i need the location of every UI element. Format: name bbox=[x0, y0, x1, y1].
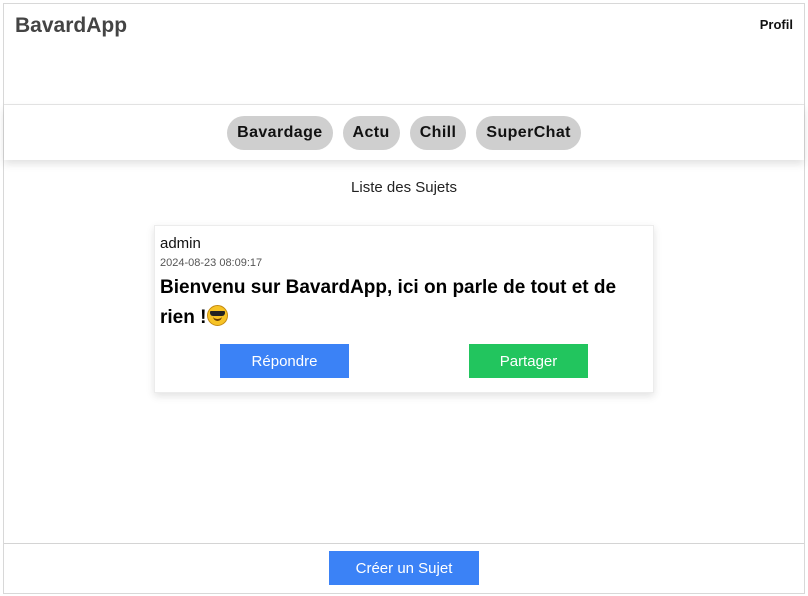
category-chip-actu[interactable]: Actu bbox=[342, 115, 400, 150]
category-nav: Bavardage Actu Chill SuperChat bbox=[4, 105, 804, 160]
topic-author: admin bbox=[160, 235, 201, 252]
section-title: Liste des Sujets bbox=[351, 179, 457, 196]
top-header: BavardApp Profil bbox=[4, 4, 804, 105]
smiling-face-with-sunglasses-icon bbox=[207, 305, 229, 326]
bottom-bar: Créer un Sujet bbox=[4, 543, 804, 593]
create-topic-button[interactable]: Créer un Sujet bbox=[329, 551, 479, 585]
app-window: BavardApp Profil Bavardage Actu Chill Su… bbox=[3, 3, 805, 594]
topic-date: 2024-08-23 08:09:17 bbox=[160, 257, 263, 269]
reply-button[interactable]: Répondre bbox=[220, 344, 349, 378]
share-button[interactable]: Partager bbox=[469, 344, 588, 378]
category-chip-chill[interactable]: Chill bbox=[409, 115, 467, 150]
app-brand[interactable]: BavardApp bbox=[15, 14, 127, 38]
topic-card: admin 2024-08-23 08:09:17 Bienvenu sur B… bbox=[154, 225, 654, 393]
category-chip-bavardage[interactable]: Bavardage bbox=[227, 115, 333, 150]
profile-link[interactable]: Profil bbox=[760, 17, 793, 32]
category-chip-superchat[interactable]: SuperChat bbox=[476, 115, 581, 150]
topic-message: Bienvenu sur BavardApp, ici on parle de … bbox=[160, 273, 640, 333]
topic-message-text: Bienvenu sur BavardApp, ici on parle de … bbox=[160, 277, 617, 328]
